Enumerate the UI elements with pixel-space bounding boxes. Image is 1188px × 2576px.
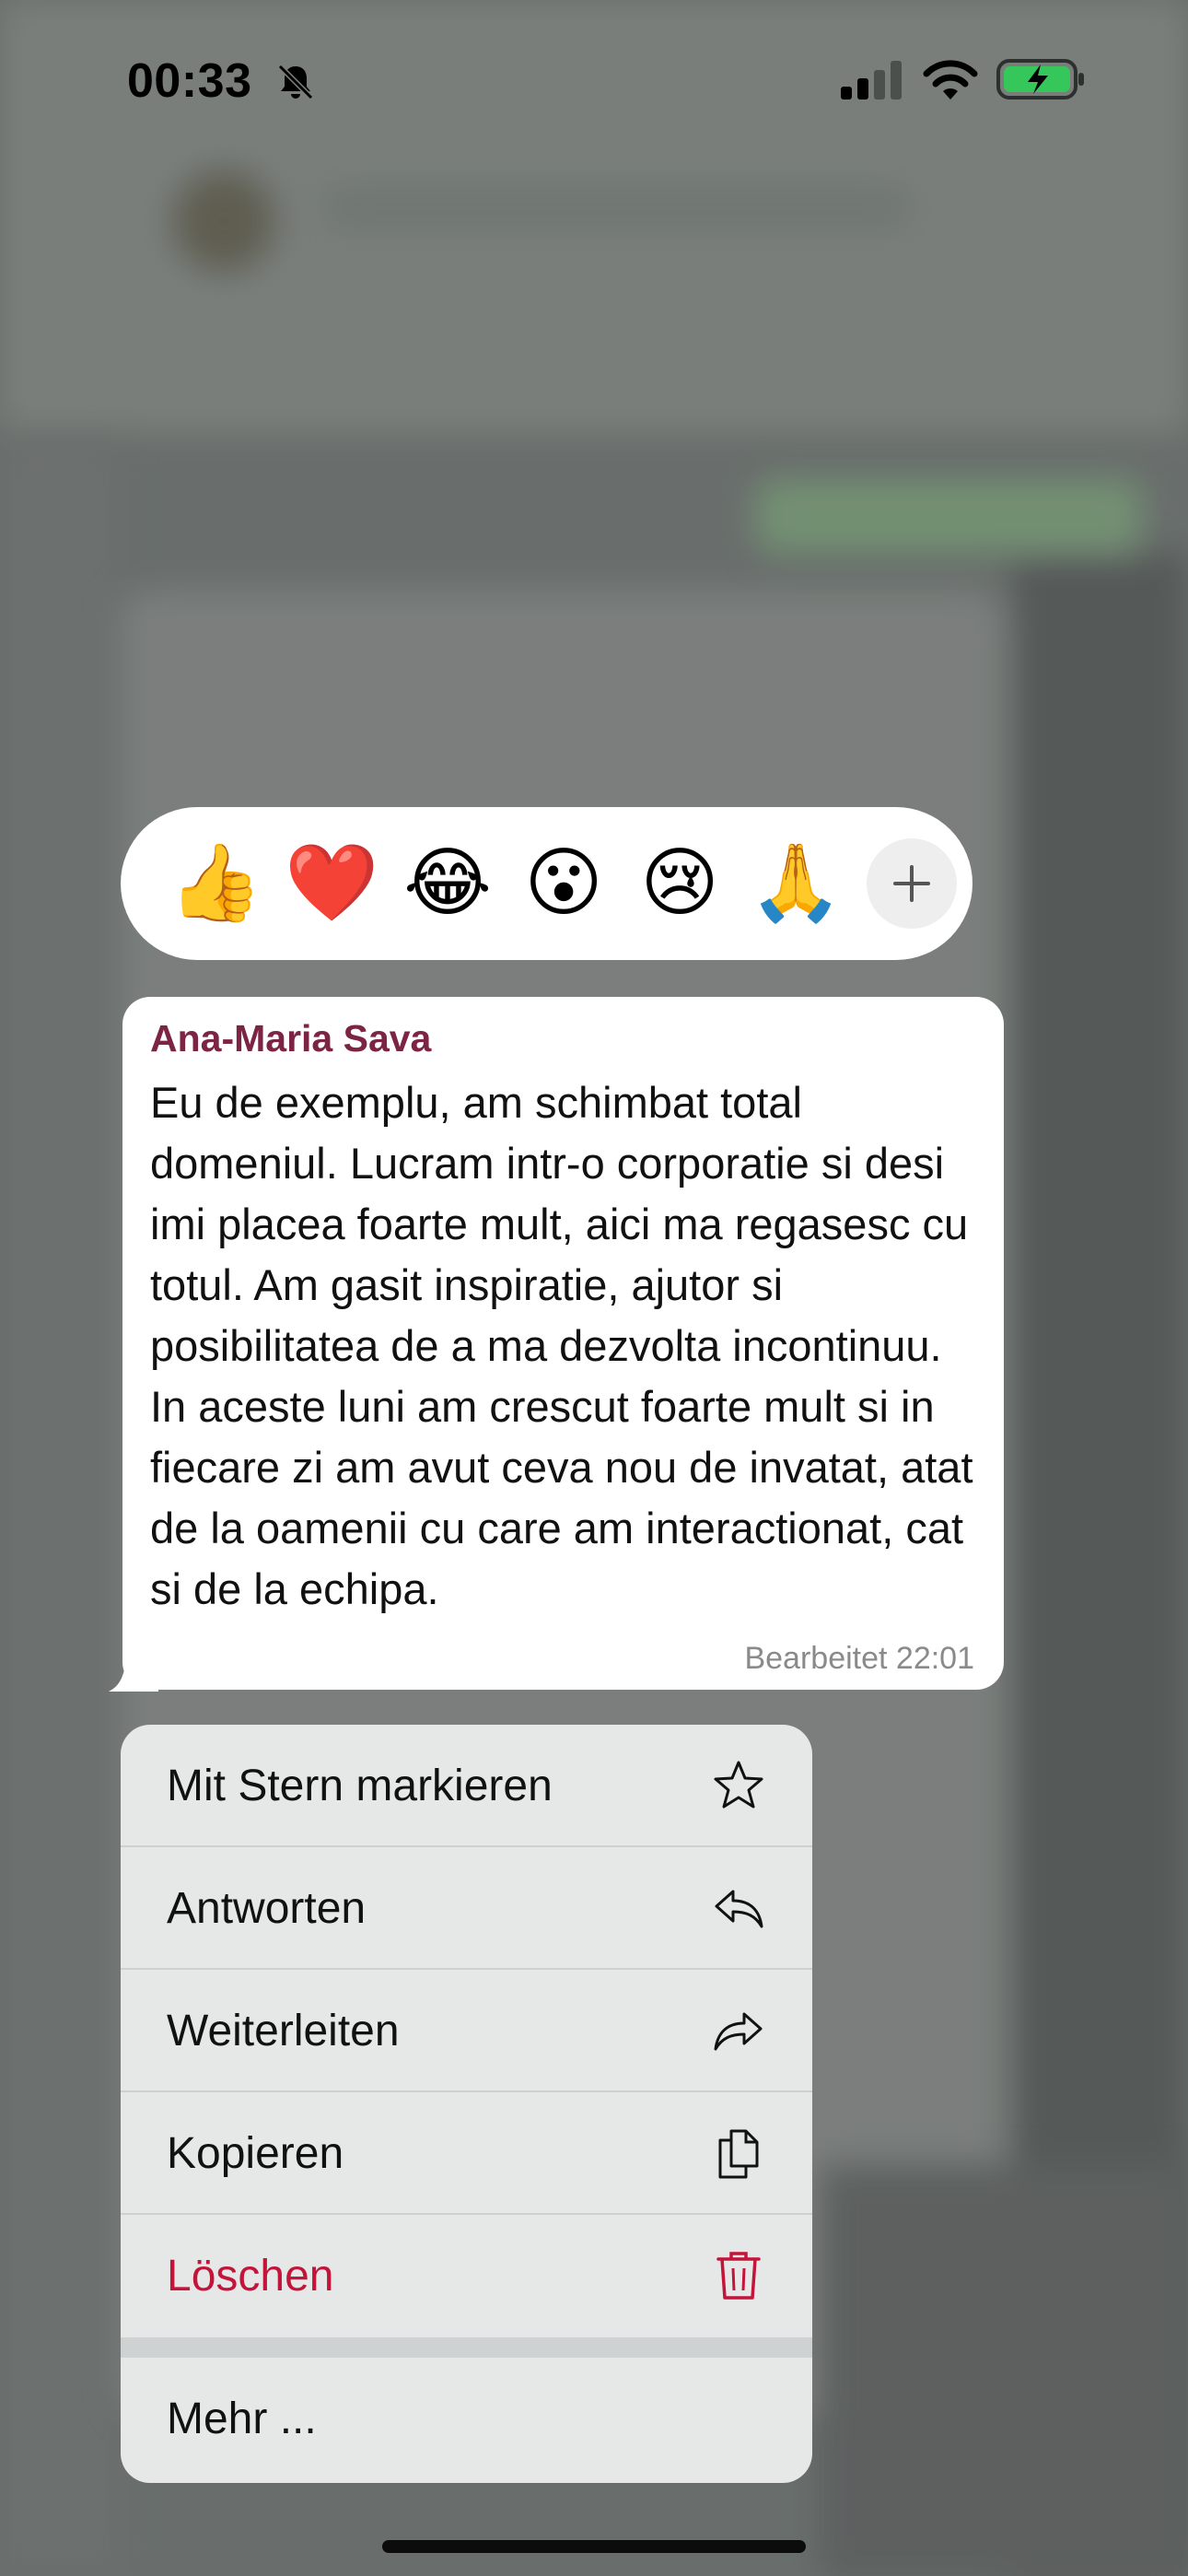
message-sender: Ana-Maria Sava [150,1017,432,1060]
menu-item-delete[interactable]: Löschen [121,2215,812,2337]
bell-slash-icon [277,64,314,100]
copy-icon [718,2129,759,2179]
reaction-thumbs-up[interactable]: 👍 [157,825,274,942]
menu-item-more[interactable]: Mehr ... [121,2358,812,2480]
reaction-heart[interactable]: ❤️ [274,825,390,942]
trash-icon [716,2252,761,2300]
signal-icon [841,61,902,100]
menu-item-star[interactable]: Mit Stern markieren [121,1725,812,1847]
menu-item-label: Antworten [167,1884,367,1933]
menu-item-label: Löschen [167,2252,334,2301]
reaction-bar: 👍 ❤️ 😂 😮 😢 🙏 [121,807,973,960]
reaction-crying[interactable]: 😢 [622,825,738,942]
wifi-icon [923,60,978,100]
reaction-folded-hands[interactable]: 🙏 [738,825,854,942]
more-reactions-button[interactable] [867,838,957,929]
star-icon [714,1761,763,1809]
status-bar: 00:33 [0,0,1188,157]
reaction-surprised[interactable]: 😮 [506,825,622,942]
menu-item-forward[interactable]: Weiterleiten [121,1970,812,2092]
reaction-tears-of-joy[interactable]: 😂 [390,825,506,942]
menu-item-label: Mit Stern markieren [167,1762,553,1810]
plus-icon [893,865,930,902]
home-indicator[interactable] [382,2540,806,2553]
menu-separator [121,2337,812,2358]
reply-icon [715,1890,763,1928]
message-bubble[interactable]: Ana-Maria Sava Eu de exemplu, am schimba… [122,997,1004,1690]
menu-item-label: Kopieren [167,2129,344,2178]
message-text: Eu de exemplu, am schimbat total domeniu… [150,1078,973,1613]
battery-charging-icon [996,59,1084,100]
message-timestamp: Bearbeitet 22:01 [744,1641,974,1676]
menu-item-reply[interactable]: Antworten [121,1847,812,1970]
menu-item-copy[interactable]: Kopieren [121,2092,812,2215]
status-time: 00:33 [127,54,252,108]
context-menu: Mit Stern markieren Antworten Weiterleit… [121,1725,812,2483]
forward-icon [714,2012,763,2051]
menu-item-label: Mehr ... [167,2395,317,2443]
menu-item-label: Weiterleiten [167,2007,400,2055]
